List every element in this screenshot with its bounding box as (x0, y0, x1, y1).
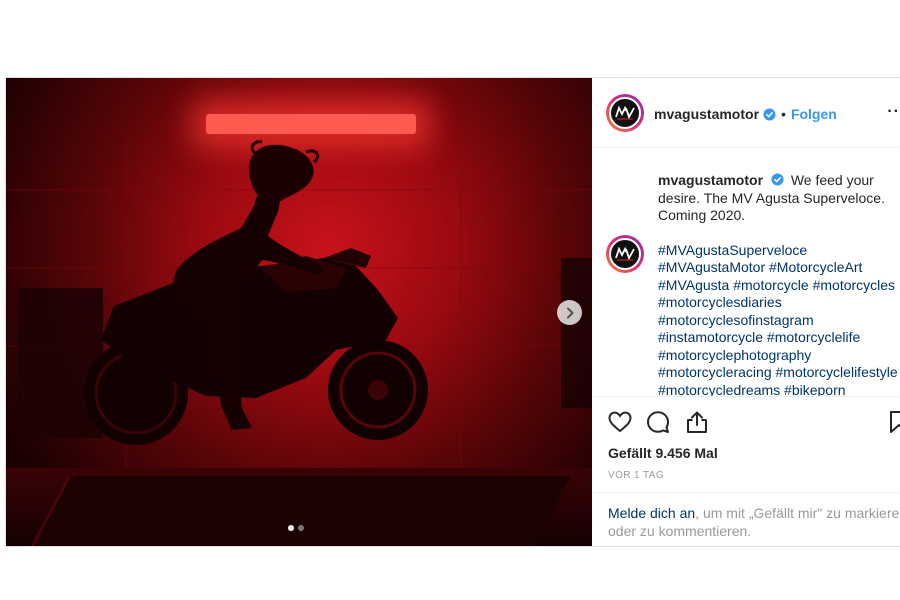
post-sidebar: mvagustamotor • Folgen ·· mvagustamotor … (592, 78, 900, 546)
like-count[interactable]: Gefällt 9.456 Mal (608, 445, 718, 461)
login-prompt: Melde dich an, um mit „Gefällt mir" zu m… (592, 492, 900, 547)
login-prompt-rest: , um mit „Gefällt mir" zu markieren (695, 505, 900, 521)
hashtag-line[interactable]: #motorcycledreams #bikeporn (658, 382, 900, 397)
hashtag-line[interactable]: #motorcyclesofinstagram (658, 312, 900, 330)
hashtag-list: #MVAgustaSuperveloce #MVAgustaMotor #Mot… (658, 242, 900, 397)
carousel-next-button[interactable] (557, 300, 582, 325)
carousel-indicator (288, 525, 304, 531)
mv-agusta-logo-icon (615, 105, 635, 120)
verified-badge-icon (763, 107, 776, 121)
carousel-dot (298, 525, 304, 531)
login-prompt-text: Melde dich an, um mit „Gefällt mir" zu m… (608, 504, 900, 540)
post-caption: mvagustamotor We feed your desire. The M… (658, 172, 900, 396)
more-options-icon[interactable]: ·· (887, 103, 900, 121)
hashtag-line[interactable]: #MVAgusta #motorcycle #motorcycles (658, 277, 900, 295)
verified-badge-icon (771, 173, 784, 186)
hashtag-line[interactable]: #MVAgustaMotor #MotorcycleArt (658, 259, 900, 277)
instagram-post: mvagustamotor • Folgen ·· mvagustamotor … (5, 77, 900, 547)
post-timestamp[interactable]: VOR 1 TAG (608, 470, 664, 481)
rider-motorcycle-silhouette (6, 138, 592, 468)
chevron-right-icon (566, 307, 573, 318)
follow-button[interactable]: Folgen (791, 106, 837, 122)
share-icon[interactable] (684, 409, 710, 435)
avatar[interactable] (606, 94, 644, 132)
post-header: mvagustamotor • Folgen ·· (592, 78, 900, 148)
comments-area[interactable]: mvagustamotor We feed your desire. The M… (592, 148, 900, 396)
bookmark-icon[interactable] (886, 409, 900, 435)
hashtag-line[interactable]: #motorcyclesdiaries (658, 294, 900, 312)
caption-avatar[interactable] (606, 235, 644, 273)
hashtag-line[interactable]: #motorcycleracing #motorcyclelifestyle (658, 364, 900, 382)
carousel-dot-active (288, 525, 294, 531)
comment-icon[interactable] (645, 409, 671, 435)
hashtag-line[interactable]: #motorcyclephotography (658, 347, 900, 365)
separator-dot: • (781, 106, 786, 122)
post-photo[interactable] (6, 78, 592, 546)
username-link[interactable]: mvagustamotor (654, 106, 759, 122)
mv-agusta-logo-icon (615, 246, 635, 261)
hashtag-line[interactable]: #MVAgustaSuperveloce (658, 242, 900, 260)
hashtag-line[interactable]: #instamotorcycle #motorcyclelife (658, 329, 900, 347)
post-header-row: mvagustamotor • Folgen (654, 103, 837, 125)
login-link[interactable]: Melde dich an (608, 505, 695, 521)
caption-username[interactable]: mvagustamotor (658, 172, 763, 188)
heart-icon[interactable] (607, 409, 633, 435)
post-actions: Gefällt 9.456 Mal VOR 1 TAG Melde dich a… (592, 396, 900, 546)
login-prompt-line2: oder zu kommentieren. (608, 523, 752, 539)
